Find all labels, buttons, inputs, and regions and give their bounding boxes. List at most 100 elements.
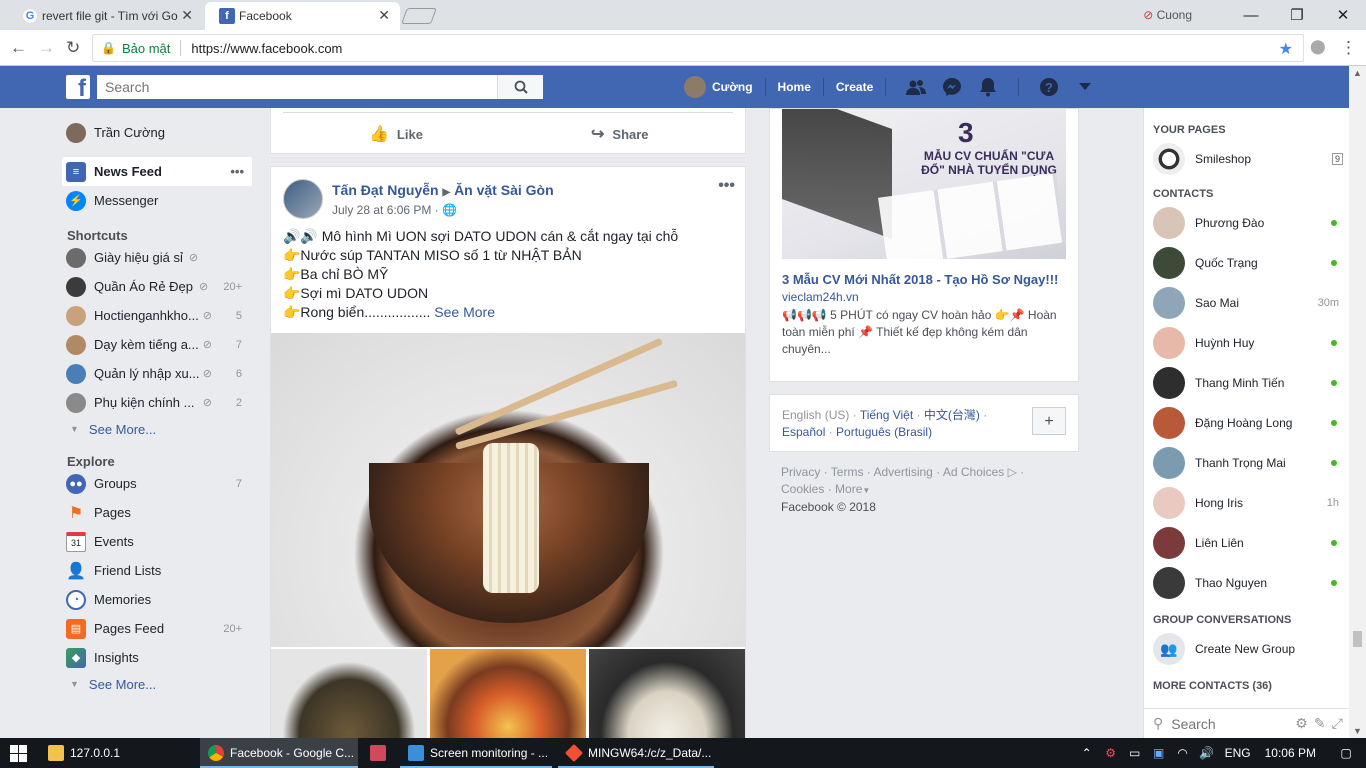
sidebar-item-messenger[interactable]: ⚡ Messenger xyxy=(62,186,252,215)
forward-arrow-icon[interactable]: → xyxy=(38,38,55,58)
contact-item[interactable]: Sao Mai 30m xyxy=(1144,283,1349,323)
volume-icon[interactable]: 🔊 xyxy=(1195,746,1219,760)
contact-item[interactable]: Phương Đào xyxy=(1144,203,1349,243)
reload-icon[interactable]: ↻ xyxy=(66,38,80,58)
create-new-group-button[interactable]: 👥 Create New Group xyxy=(1144,629,1349,669)
taskbar-item-screen-monitoring[interactable]: Screen monitoring - ... xyxy=(400,738,552,768)
sidebar-item-shortcut[interactable]: Quản lý nhập xu... ⊘ 6 xyxy=(62,359,252,388)
see-more-shortcuts[interactable]: ▼ See More... xyxy=(62,417,252,441)
sidebar-item-pages[interactable]: ⚑ Pages xyxy=(62,498,252,527)
group-link[interactable]: Ăn vặt Sài Gòn xyxy=(454,182,554,198)
contact-item[interactable]: Quốc Trạng xyxy=(1144,243,1349,283)
antivirus-icon[interactable]: ⚙ xyxy=(1099,746,1123,760)
help-icon[interactable]: ? xyxy=(1038,76,1060,98)
ad-title[interactable]: 3 Mẫu CV Mới Nhất 2018 - Tạo Hồ Sơ Ngay!… xyxy=(782,272,1058,287)
language-link[interactable]: 中文(台灣) xyxy=(924,408,980,422)
taskbar-item-app[interactable] xyxy=(362,738,398,768)
footer-link[interactable]: Ad Choices ▷ xyxy=(943,465,1017,479)
sidebar-item-events[interactable]: 31 Events xyxy=(62,527,252,556)
bookmark-star-icon[interactable]: ★ xyxy=(1279,39,1293,59)
url-text[interactable]: https://www.facebook.com xyxy=(191,41,342,56)
back-arrow-icon[interactable]: ← xyxy=(10,38,27,58)
notifications-bell-icon[interactable] xyxy=(977,76,999,98)
facebook-logo[interactable]: f xyxy=(66,75,90,99)
sidebar-item-profile[interactable]: Trần Cường xyxy=(62,118,252,147)
see-more-explore[interactable]: ▼ See More... xyxy=(62,672,252,696)
see-more-link[interactable]: See More xyxy=(434,304,495,320)
address-bar[interactable]: 🔒 Bảo mật https://www.facebook.com ★ xyxy=(92,34,1304,62)
language-link[interactable]: Español xyxy=(782,425,825,439)
sidebar-item-shortcut[interactable]: Giày hiệu giá sỉ ⊘ xyxy=(62,243,252,272)
minimize-icon[interactable]: — xyxy=(1228,7,1274,24)
language-link[interactable]: Português (Brasil) xyxy=(836,425,932,439)
avatar[interactable] xyxy=(283,179,323,219)
sidebar-item-friend-lists[interactable]: 👤 Friend Lists xyxy=(62,556,252,585)
sidebar-item-memories[interactable]: ◔ Memories xyxy=(62,585,252,614)
post-timestamp[interactable]: July 28 at 6:06 PM · 🌐 xyxy=(332,203,457,217)
footer-link[interactable]: Cookies xyxy=(781,482,824,496)
post-options-icon[interactable]: ••• xyxy=(718,177,735,195)
notifications-icon[interactable]: ▢ xyxy=(1334,746,1358,760)
footer-link[interactable]: More▼ xyxy=(835,482,870,496)
contact-item[interactable]: Hong Iris 1h xyxy=(1144,483,1349,523)
compose-icon[interactable]: ✎ xyxy=(1314,715,1326,732)
contact-item[interactable]: Huỳnh Huy xyxy=(1144,323,1349,363)
extension-icon[interactable]: ⬤ xyxy=(1310,38,1326,55)
sidebar-item-insights[interactable]: ◆ Insights xyxy=(62,643,252,672)
sidebar-item-shortcut[interactable]: Dạy kèm tiếng a... ⊘ 7 xyxy=(62,330,252,359)
browser-user[interactable]: ⊘ Cuong xyxy=(1143,8,1192,22)
expand-icon[interactable]: ⤢ xyxy=(1332,715,1343,732)
wifi-icon[interactable]: ◠ xyxy=(1171,746,1195,760)
avatar[interactable] xyxy=(684,76,706,98)
contact-item[interactable]: Đặng Hoàng Long xyxy=(1144,403,1349,443)
chevron-up-icon[interactable]: ⌃ xyxy=(1075,746,1099,760)
page-item[interactable]: Smileshop 9 xyxy=(1144,139,1349,179)
close-tab-icon[interactable]: ✕ xyxy=(378,7,390,24)
post-photo[interactable] xyxy=(271,333,745,647)
post-photo-thumb[interactable] xyxy=(430,649,586,738)
taskbar-item-git-bash[interactable]: MINGW64:/c/z_Data/... xyxy=(558,738,714,768)
contact-item[interactable]: Thang Minh Tiến xyxy=(1144,363,1349,403)
more-options-icon[interactable]: ••• xyxy=(230,164,244,179)
chat-search-input[interactable] xyxy=(1171,715,1282,732)
share-button[interactable]: ↪ Share xyxy=(591,124,649,144)
search-icon[interactable] xyxy=(497,75,543,99)
windows-start-icon[interactable] xyxy=(10,745,27,762)
friend-requests-icon[interactable] xyxy=(905,76,927,98)
language-link[interactable]: Tiếng Việt xyxy=(860,408,913,422)
sidebar-item-news-feed[interactable]: ≡ News Feed ••• xyxy=(62,157,252,186)
scroll-up-icon[interactable]: ▲ xyxy=(1353,68,1362,78)
battery-icon[interactable]: ▭ xyxy=(1123,746,1147,760)
tab-facebook[interactable]: f Facebook ✕ xyxy=(205,2,400,30)
close-tab-icon[interactable]: ✕ xyxy=(181,7,193,24)
ad-domain[interactable]: vieclam24h.vn xyxy=(782,290,859,304)
taskbar-item-explorer[interactable]: 127.0.0.1 xyxy=(40,738,196,768)
author-link[interactable]: Tấn Đạt Nguyễn xyxy=(332,182,439,198)
messenger-icon[interactable] xyxy=(941,76,963,98)
contact-item[interactable]: Thao Nguyen xyxy=(1144,563,1349,603)
ad-image[interactable]: 3 MẪU CV CHUẨN "CƯA ĐỔ" NHÀ TUYỂN DỤNG xyxy=(782,109,1066,259)
sidebar-item-pages-feed[interactable]: ▤ Pages Feed 20+ xyxy=(62,614,252,643)
clock[interactable]: 10:06 PM xyxy=(1265,746,1316,760)
like-button[interactable]: 👍 Like xyxy=(369,124,423,144)
footer-link[interactable]: Advertising xyxy=(873,465,932,479)
account-menu-caret-icon[interactable] xyxy=(1074,76,1096,98)
tab-google-search[interactable]: G revert file git - Tìm với Go ✕ xyxy=(8,2,203,30)
search-input[interactable] xyxy=(97,75,497,99)
sidebar-item-shortcut[interactable]: Phụ kiện chính ... ⊘ 2 xyxy=(62,388,252,417)
footer-link[interactable]: Privacy xyxy=(781,465,820,479)
sidebar-item-shortcut[interactable]: Quần Áo Rẻ Đẹp ⊘ 20+ xyxy=(62,272,252,301)
gear-icon[interactable]: ⚙ xyxy=(1295,715,1308,732)
post-photo-thumb[interactable] xyxy=(271,649,427,738)
scroll-down-icon[interactable]: ▼ xyxy=(1353,726,1362,736)
new-tab-button[interactable] xyxy=(401,8,437,24)
footer-link[interactable]: Terms xyxy=(831,465,864,479)
scrollbar-thumb[interactable] xyxy=(1353,631,1362,647)
page-scrollbar[interactable]: ▲ ▼ xyxy=(1349,66,1366,738)
contact-item[interactable]: Liên Liên xyxy=(1144,523,1349,563)
create-link[interactable]: Create xyxy=(836,80,873,94)
close-window-icon[interactable]: ✕ xyxy=(1320,6,1366,24)
home-link[interactable]: Home xyxy=(778,80,811,94)
sidebar-item-shortcut[interactable]: Hoctienganhkho... ⊘ 5 xyxy=(62,301,252,330)
input-language[interactable]: ENG xyxy=(1225,746,1251,760)
